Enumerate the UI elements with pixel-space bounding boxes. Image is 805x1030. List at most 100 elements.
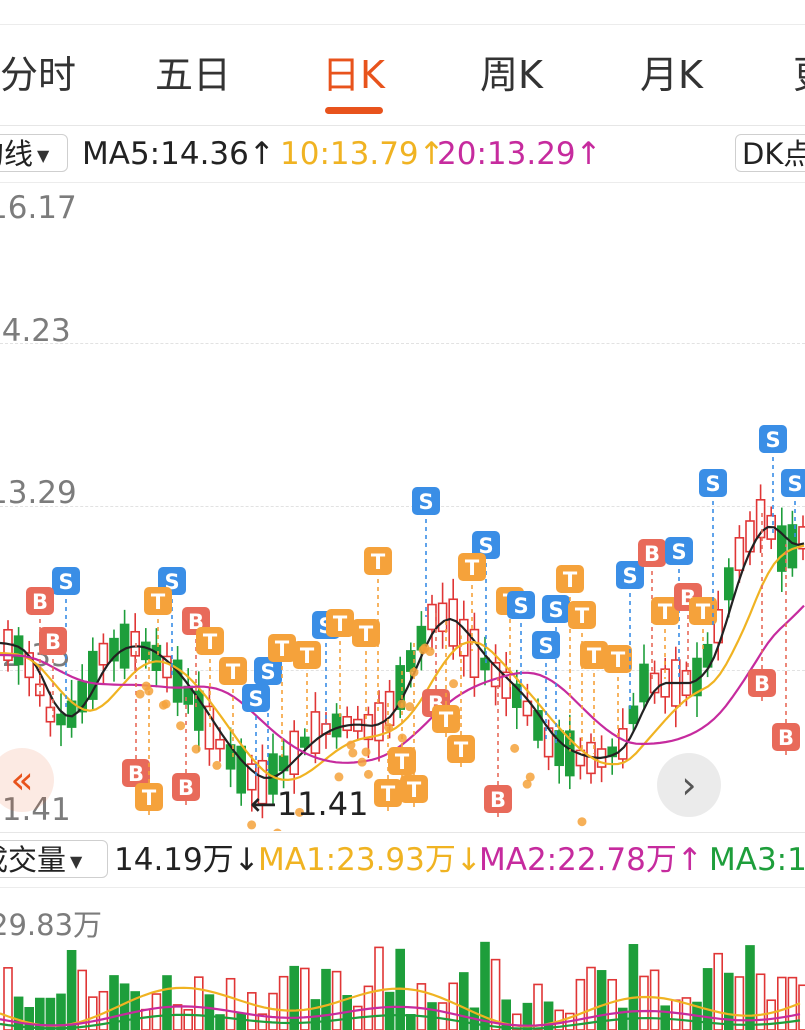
signal-marker-label: B xyxy=(32,590,48,614)
volume-bar xyxy=(448,982,459,1030)
signal-dot xyxy=(425,647,435,657)
signal-marker-label: T xyxy=(454,738,469,762)
volume-bar xyxy=(586,966,596,1030)
volume-bar xyxy=(543,1001,554,1030)
volume-bar xyxy=(437,1002,448,1030)
tab-daily-k[interactable]: 日K xyxy=(322,55,385,95)
volume-selector[interactable]: 成交量▼ xyxy=(0,840,108,878)
volume-bar xyxy=(151,993,162,1030)
volume-bar xyxy=(649,969,660,1030)
candlestick xyxy=(98,642,109,666)
signal-dot xyxy=(361,747,371,757)
next-page-button[interactable]: › xyxy=(657,753,721,817)
candlestick xyxy=(236,745,246,794)
signal-marker-label: T xyxy=(563,568,578,592)
signal-dot xyxy=(176,721,186,731)
signal-marker-label: B xyxy=(128,762,144,786)
volume-bar xyxy=(172,1004,183,1030)
tab-weekly-k[interactable]: 周K xyxy=(480,55,543,95)
signal-marker-label: B xyxy=(178,776,194,800)
low-price-marker: ←11.41 xyxy=(250,785,369,823)
ma20-value: 20:13.29↑ xyxy=(437,136,602,172)
signal-marker-label: T xyxy=(395,750,410,774)
signal-dot xyxy=(397,699,407,709)
volume-selector-label: 成交量 xyxy=(0,843,67,877)
signal-marker-label: T xyxy=(575,604,590,628)
double-chevron-left-icon: « xyxy=(10,758,34,802)
volume-chart[interactable] xyxy=(0,887,805,1030)
signal-dot xyxy=(510,743,520,753)
volume-bar xyxy=(141,1008,151,1030)
candlestick xyxy=(141,641,151,661)
volume-current: 14.19万↓ xyxy=(114,842,260,878)
signal-dot xyxy=(135,689,145,699)
candlestick xyxy=(151,644,162,671)
signal-marker-label: S xyxy=(705,472,720,496)
volume-bar xyxy=(194,976,204,1030)
signal-marker-label: S xyxy=(765,428,780,452)
signal-dot xyxy=(161,699,171,709)
volume-bar xyxy=(405,1014,416,1030)
volume-bar xyxy=(236,1012,246,1030)
candlestick xyxy=(119,623,130,669)
candlestick xyxy=(734,537,745,571)
dk-point-button[interactable]: DK点 xyxy=(735,134,805,172)
candlestick xyxy=(554,730,565,767)
candlestick-chart[interactable]: SBBSTBTTSSTTSTTSTSTTSSTTSTTSBSTBTSSSBTBB… xyxy=(0,183,805,831)
signal-dot xyxy=(348,748,358,758)
indicator-selector-label: 均线 xyxy=(0,137,34,171)
signal-marker-label: S xyxy=(538,634,553,658)
volume-ma2: MA2:22.78万↑ xyxy=(479,842,703,878)
volume-bar xyxy=(755,973,766,1030)
tab-monthly-k[interactable]: 月K xyxy=(640,55,703,95)
volume-bar xyxy=(670,999,681,1030)
volume-ma1: MA1:23.93万↓ xyxy=(258,842,482,878)
signal-dot xyxy=(525,772,535,782)
signal-marker-label: T xyxy=(439,708,454,732)
candlestick xyxy=(299,736,310,748)
candlestick xyxy=(215,738,225,750)
volume-bar xyxy=(798,984,805,1030)
volume-ma3: MA3:17 xyxy=(709,842,805,878)
volume-bar xyxy=(745,945,755,1030)
signal-marker-label: T xyxy=(333,612,348,636)
candlestick xyxy=(639,663,649,703)
signal-marker-label: T xyxy=(371,550,386,574)
signal-marker-label: S xyxy=(260,660,275,684)
signal-marker-label: S xyxy=(513,594,528,618)
volume-bar xyxy=(310,999,321,1030)
tab-five-day[interactable]: 五日 xyxy=(155,55,231,95)
signal-marker-label: B xyxy=(644,542,660,566)
volume-bar xyxy=(639,975,649,1030)
volume-indicator-bar: 成交量▼ 14.19万↓ MA1:23.93万↓ MA2:22.78万↑ MA3… xyxy=(0,832,805,888)
candlestick xyxy=(787,524,798,569)
signal-marker-label: S xyxy=(787,472,802,496)
volume-bar xyxy=(628,944,639,1030)
signal-marker-label: T xyxy=(300,644,315,668)
signal-marker-label: T xyxy=(381,782,396,806)
signal-marker-label: T xyxy=(359,622,374,646)
signal-marker-label: T xyxy=(151,590,166,614)
candlestick xyxy=(331,713,342,738)
chevron-right-icon: › xyxy=(681,763,697,807)
signal-dot xyxy=(409,667,419,677)
candlestick xyxy=(56,713,66,726)
candlestick xyxy=(13,635,24,666)
indicator-selector[interactable]: 均线▼ xyxy=(0,134,68,172)
volume-bar xyxy=(247,992,257,1030)
chevron-down-icon: ▼ xyxy=(70,852,83,871)
signal-marker-label: T xyxy=(465,556,480,580)
tab-more[interactable]: 更 xyxy=(793,55,805,95)
period-tabs: 分时 五日 日K 周K 月K 更 xyxy=(0,25,805,126)
signal-marker-label: B xyxy=(778,726,794,750)
signal-dot xyxy=(577,817,587,827)
volume-bar xyxy=(723,972,734,1030)
tab-intraday[interactable]: 分时 xyxy=(0,55,76,95)
candlestick xyxy=(480,657,490,671)
signal-dot xyxy=(384,722,394,732)
signal-dot xyxy=(405,702,415,712)
status-strip xyxy=(0,0,805,25)
signal-dot xyxy=(141,681,151,691)
volume-bar xyxy=(299,967,310,1030)
candlestick xyxy=(342,716,353,732)
